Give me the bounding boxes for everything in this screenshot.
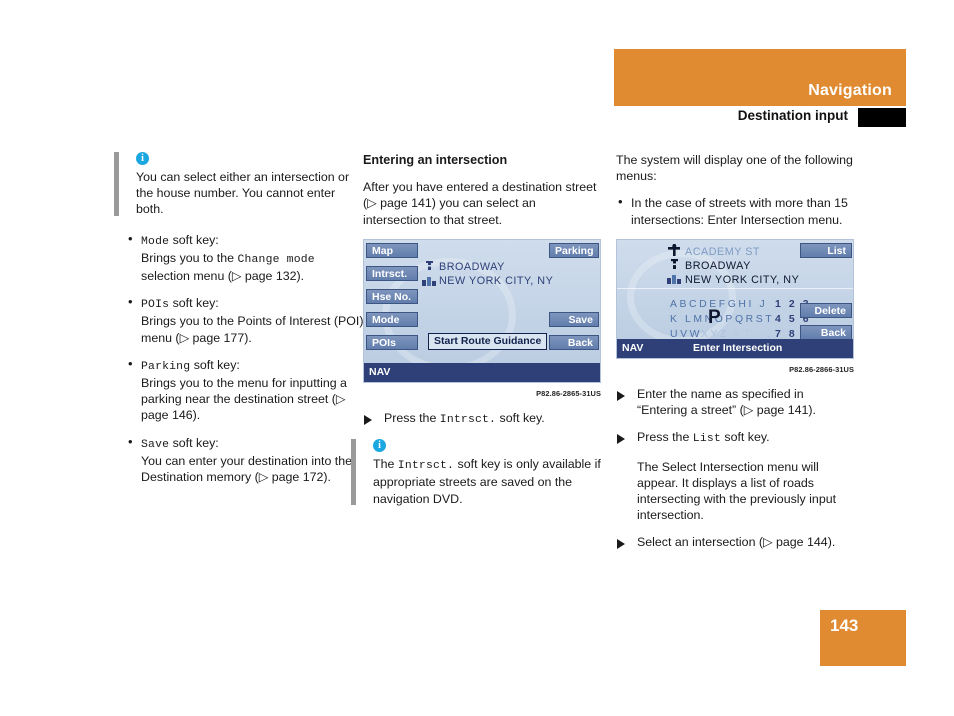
step-text-pre: Press the	[637, 430, 693, 445]
info-note-left: i You can select either an intersection …	[114, 152, 364, 218]
start-route-guidance-button[interactable]: Start Route Guidance	[428, 332, 548, 350]
step-text-post: soft key.	[496, 411, 545, 426]
nav-status-bar: NAV	[364, 362, 600, 382]
softkey-suffix: soft key:	[169, 232, 219, 247]
street-marker-icon	[671, 258, 678, 269]
list-item: Parking soft key: Brings you to the menu…	[126, 356, 364, 424]
list-item: POIs soft key: Brings you to the Points …	[126, 294, 364, 346]
header-title: Navigation	[808, 82, 892, 99]
middle-column: Entering an intersection After you have …	[351, 152, 601, 521]
softkey-desc-post: selection menu (▷ page 132).	[141, 269, 305, 284]
list-item: In the case of streets with more than 15…	[616, 194, 854, 227]
header-thumb-index-marker	[858, 108, 906, 127]
status-title-label: Enter Intersection	[693, 341, 783, 354]
softkey-desc-pre: Brings you to the	[141, 250, 238, 265]
step-softkey-name: List	[692, 433, 721, 446]
softkey-name: Mode	[141, 235, 170, 248]
figure-reference-2: P82.86-2866-31US	[789, 364, 854, 374]
nav-status-bar: NAV Enter Intersection	[617, 338, 853, 358]
selected-character: P	[708, 306, 721, 328]
softkey-description-list: Mode soft key: Brings you to the Change …	[126, 231, 364, 486]
section-intro: After you have entered a destination str…	[363, 180, 597, 227]
status-mode-label: NAV	[369, 365, 391, 378]
step-select-intersection: Select an intersection (▷ page 144).	[616, 534, 854, 550]
softkey-hse-no[interactable]: Hse No.	[366, 288, 418, 304]
info-note-middle-text: The Intrsct. soft key is only available …	[373, 456, 601, 507]
softkey-save[interactable]: Save	[549, 311, 599, 327]
right-intro: The system will display one of the follo…	[616, 153, 853, 184]
softkey-mode[interactable]: Mode	[366, 311, 418, 327]
header-banner: Navigation	[614, 49, 906, 106]
header-subtitle: Destination input	[737, 108, 848, 123]
softkey-back[interactable]: Back	[549, 334, 599, 350]
info-icon: i	[373, 439, 386, 453]
softkey-back[interactable]: Back	[800, 324, 852, 340]
step-press-intrsct: Press the Intrsct. soft key.	[363, 410, 601, 428]
softkey-intrsct[interactable]: Intrsct.	[366, 265, 418, 281]
step-text-pre: Press the	[384, 411, 440, 426]
section-heading: Entering an intersection	[363, 153, 508, 167]
note-text-pre: The	[373, 457, 398, 472]
nav-screen-destination-input: Map Intrsct. Hse No. Mode POIs Parking S…	[363, 238, 601, 383]
keyboard-row-2[interactable]: K LMNOPQRST	[670, 312, 774, 328]
softkey-suffix: soft key:	[169, 435, 219, 450]
step-softkey-name: Intrsct.	[439, 414, 497, 427]
list-item: Mode soft key: Brings you to the Change …	[126, 231, 364, 285]
softkey-desc-pre: Brings you to the menu for inputting a p…	[141, 376, 347, 423]
menu-case-list: In the case of streets with more than 15…	[616, 194, 854, 227]
nav-city-row: NEW YORK CITY, NY	[685, 273, 800, 286]
step-text-post: soft key.	[720, 430, 770, 445]
softkey-delete[interactable]: Delete	[800, 302, 852, 318]
softkey-name: Save	[141, 438, 170, 451]
softkey-desc-pre: Brings you to the Points of Interest (PO…	[141, 314, 364, 345]
info-note-middle: i The Intrsct. soft key is only availabl…	[351, 439, 601, 507]
nav-screen-enter-intersection: ACADEMY ST BROADWAY NEW YORK CITY, NY AB…	[616, 238, 854, 359]
info-icon: i	[136, 152, 149, 165]
street-marker-icon	[426, 260, 433, 270]
softkey-suffix: soft key:	[190, 357, 240, 372]
page-number-block: 143	[820, 610, 906, 666]
info-note-left-text: You can select either an intersection or…	[136, 170, 350, 217]
figure-reference-1: P82.86-2865-31US	[536, 388, 601, 398]
softkey-map[interactable]: Map	[366, 242, 418, 258]
softkey-name: Parking	[141, 360, 191, 373]
city-buildings-icon	[667, 274, 681, 284]
step-press-list: Press the List soft key.	[616, 429, 854, 447]
softkey-list[interactable]: List	[800, 242, 852, 258]
note-softkey-name: Intrsct.	[397, 460, 455, 473]
city-buildings-icon	[422, 276, 436, 286]
list-item: Save soft key: You can enter your destin…	[126, 434, 364, 486]
step-enter-name: Enter the name as specified in “Entering…	[616, 386, 854, 418]
page-number: 143	[830, 616, 859, 635]
header-subtitle-bar: Destination input	[614, 108, 906, 127]
right-column: The system will display one of the follo…	[616, 152, 854, 562]
nav-city-row: NEW YORK CITY, NY	[439, 274, 554, 287]
softkey-suffix: soft key:	[169, 296, 219, 311]
softkey-pois[interactable]: POIs	[366, 334, 418, 350]
softkey-desc-pre: You can enter your destination into the …	[141, 453, 353, 485]
softkey-desc-mono: Change mode	[237, 253, 315, 266]
softkey-name: POIs	[141, 299, 170, 312]
left-column: i You can select either an intersection …	[114, 152, 364, 496]
screen-divider	[617, 287, 853, 289]
status-mode-label: NAV	[622, 341, 644, 354]
softkey-parking[interactable]: Parking	[549, 242, 599, 258]
select-intersection-description: The Select Intersection menu will appear…	[637, 459, 837, 523]
intersection-icon	[668, 243, 680, 256]
